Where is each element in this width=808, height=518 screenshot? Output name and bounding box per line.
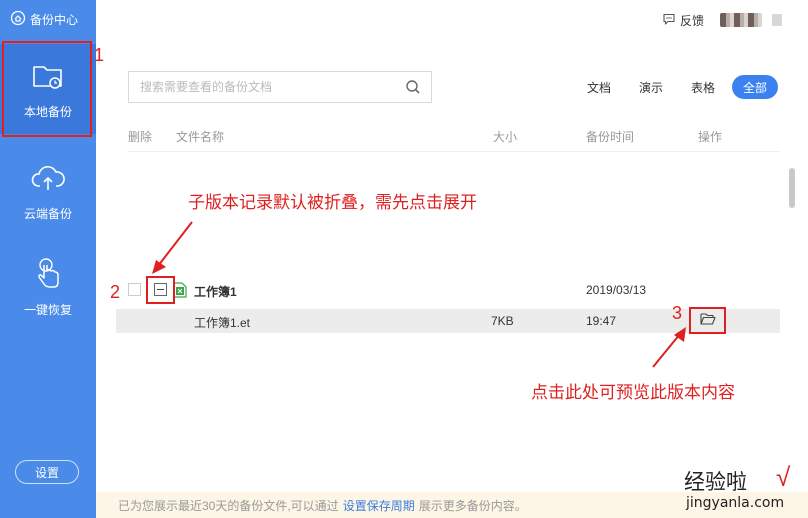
column-header-size: 大小 — [493, 130, 518, 144]
filter-documents[interactable]: 文档 — [576, 75, 622, 99]
annotation-box-preview — [689, 307, 726, 334]
column-header-actions: 操作 — [698, 130, 723, 144]
filter-all[interactable]: 全部 — [731, 75, 778, 99]
feedback-label: 反馈 — [679, 13, 704, 28]
settings-button[interactable]: 设置 — [15, 460, 79, 484]
header-divider — [128, 151, 780, 152]
hand-pointer-icon — [30, 256, 66, 295]
group-file-name: 工作簿1 — [194, 285, 237, 299]
window-control-icon[interactable] — [772, 14, 782, 26]
footer-text-prefix: 已为您展示最近30天的备份文件,可以通过 — [118, 498, 339, 513]
user-account[interactable] — [720, 13, 782, 27]
row-checkbox[interactable] — [128, 283, 141, 296]
site-watermark: 经验啦 √ jingyanla.com — [678, 462, 804, 518]
home-icon — [10, 10, 26, 29]
table-row-group: 工作簿1 2019/03/13 — [128, 280, 778, 300]
spreadsheet-file-icon — [173, 282, 187, 298]
scrollbar[interactable] — [789, 168, 795, 208]
footer-text-suffix: 展示更多备份内容。 — [418, 498, 527, 513]
column-header-backup-time: 备份时间 — [586, 130, 635, 144]
backup-center-window: 备份中心 本地备份 云端备份 一键恢复 设置 反馈 搜索需要查看的备份文档 文档… — [0, 0, 808, 518]
column-header-filename: 文件名称 — [176, 130, 225, 144]
annotation-number-1: 1 — [94, 45, 105, 65]
sidebar-item-label: 云端备份 — [23, 207, 72, 221]
annotation-note-preview: 点击此处可预览此版本内容 — [531, 383, 735, 403]
annotation-number-2: 2 — [110, 282, 121, 302]
retention-settings-link[interactable]: 设置保存周期 — [343, 497, 415, 514]
sidebar-item-one-click-restore[interactable]: 一键恢复 — [0, 256, 96, 326]
table-header: 删除 文件名称 大小 备份时间 操作 — [128, 125, 780, 145]
version-file-size: 7KB — [491, 314, 514, 328]
annotation-box-local-backup — [2, 41, 92, 137]
header-actions: 反馈 — [662, 8, 782, 32]
brand: 备份中心 — [10, 9, 78, 29]
sidebar-item-cloud-backup[interactable]: 云端备份 — [0, 160, 96, 230]
annotation-box-collapse — [146, 276, 175, 304]
feedback-button[interactable]: 反馈 — [662, 12, 704, 29]
sidebar-item-label: 一键恢复 — [23, 303, 72, 317]
filter-presentations[interactable]: 演示 — [628, 75, 674, 99]
cloud-upload-icon — [30, 160, 66, 199]
annotation-note-collapse: 子版本记录默认被折叠，需先点击展开 — [188, 193, 477, 213]
checkmark-icon: √ — [776, 462, 791, 492]
watermark-title: 经验啦 — [684, 470, 747, 494]
file-type-filters: 文档 演示 表格 全部 — [576, 75, 778, 99]
version-file-name: 工作簿1.et — [194, 316, 251, 330]
search-input[interactable] — [129, 72, 399, 102]
version-backup-time: 19:47 — [586, 314, 617, 328]
column-header-delete: 删除 — [128, 130, 153, 144]
brand-title: 备份中心 — [30, 12, 79, 27]
group-backup-date: 2019/03/13 — [586, 283, 647, 297]
search-icon[interactable] — [405, 79, 421, 95]
avatar[interactable] — [720, 13, 762, 27]
filter-spreadsheets[interactable]: 表格 — [680, 75, 726, 99]
watermark-url: jingyanla.com — [686, 495, 785, 511]
chat-bubble-icon — [662, 12, 676, 29]
annotation-number-3: 3 — [672, 303, 683, 323]
search-box — [128, 71, 432, 103]
